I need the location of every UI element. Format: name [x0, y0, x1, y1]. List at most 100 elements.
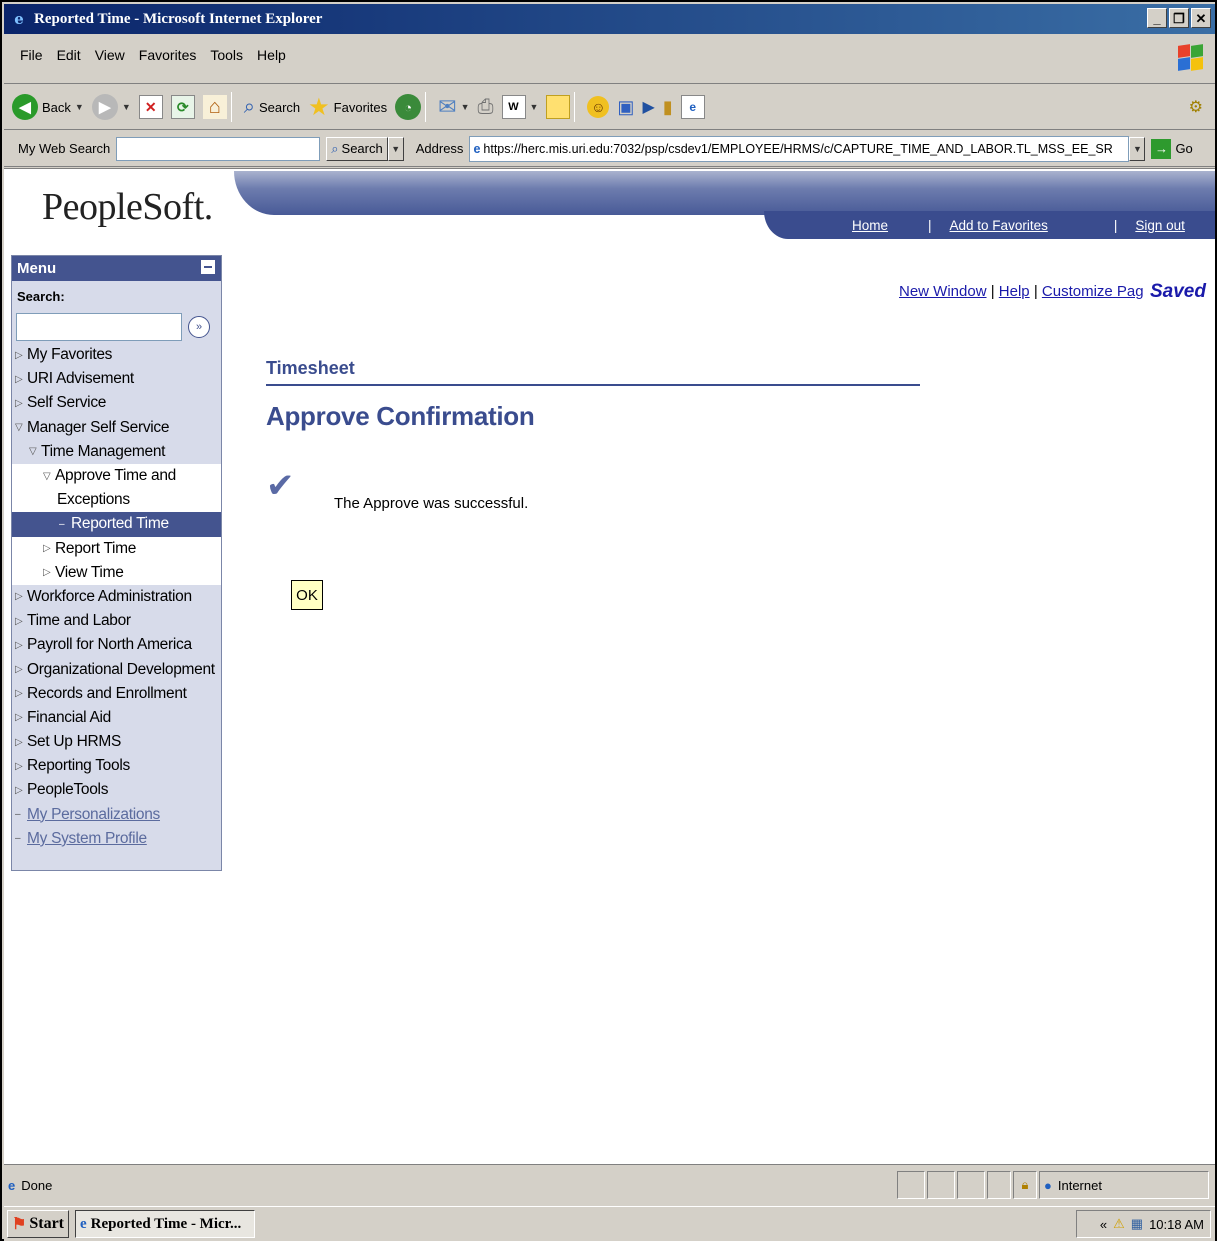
ie-page-icon: e — [473, 141, 481, 156]
customize-page-link[interactable]: Customize Pag — [1042, 283, 1144, 300]
tray-expand-icon[interactable]: « — [1100, 1217, 1107, 1232]
sidebar-item-peopletools[interactable]: ▷ PeopleTools — [12, 778, 221, 802]
links-icon[interactable]: ⚙ — [1189, 97, 1203, 117]
ok-button[interactable]: OK — [291, 580, 323, 610]
research-button[interactable]: ▮ — [663, 97, 673, 118]
sidebar-item-approve-time-and[interactable]: ▽ Approve Time and — [12, 463, 221, 489]
confirmation-message: The Approve was successful. — [334, 495, 529, 512]
mail-icon: ✉ — [438, 94, 457, 119]
web-search-dropdown[interactable]: ▼ — [387, 136, 404, 161]
warning-icon[interactable]: ⚠ — [1113, 1216, 1125, 1232]
favorites-button[interactable]: ★ Favorites — [308, 93, 387, 122]
home-link[interactable]: Home — [852, 218, 888, 233]
go-button[interactable]: → Go — [1151, 138, 1193, 159]
sidebar-item-report-time[interactable]: ▷ Report Time — [12, 536, 221, 561]
sidebar-item-reported-time[interactable]: – Reported Time — [12, 512, 221, 537]
sidebar-item-time-management[interactable]: ▽ Time Management — [12, 440, 221, 464]
collapse-icon[interactable] — [201, 260, 215, 274]
sidebar-item-organizational-development[interactable]: ▷ Organizational Development — [12, 657, 221, 681]
collapsed-arrow-icon: ▷ — [15, 615, 23, 627]
link-separator: | — [1033, 283, 1038, 300]
menu-file[interactable]: File — [20, 47, 43, 63]
sidebar-item-label: Payroll for North America — [27, 636, 192, 654]
toolbar-separator — [574, 92, 576, 122]
menu-search-go-icon[interactable]: » — [188, 316, 210, 338]
messenger-button[interactable]: ☺ — [587, 96, 610, 118]
dropdown-arrow-icon: ▼ — [1132, 143, 1142, 154]
sidebar-item-workforce-administration[interactable]: ▷ Workforce Administration — [12, 585, 221, 609]
sidebar-item-my-favorites[interactable]: ▷ My Favorites — [12, 343, 221, 367]
ie-button[interactable]: e — [680, 95, 705, 119]
search-label: Search — [258, 99, 301, 115]
menu-favorites[interactable]: Favorites — [139, 47, 197, 63]
menu-search-input[interactable] — [16, 313, 182, 341]
address-label: Address — [415, 141, 464, 156]
notes-button[interactable] — [546, 95, 571, 119]
stop-button[interactable]: ✕ — [138, 95, 163, 119]
help-link[interactable]: Help — [999, 283, 1030, 300]
cursor-button[interactable]: ▶ — [642, 97, 654, 117]
link-separator: | — [928, 217, 932, 233]
menu-edit[interactable]: Edit — [57, 47, 81, 63]
toolbar-separator — [230, 92, 232, 122]
sidebar-item-my-system-profile[interactable]: – My System Profile — [12, 827, 221, 851]
collapsed-arrow-icon: ▷ — [15, 373, 23, 385]
sidebar-item-self-service[interactable]: ▷ Self Service — [12, 391, 221, 415]
section-divider — [266, 384, 920, 386]
network-icon[interactable]: ▦ — [1131, 1216, 1143, 1232]
sign-out-link[interactable]: Sign out — [1135, 218, 1185, 233]
sidebar-item-manager-self-service[interactable]: ▽ Manager Self Service — [12, 416, 221, 440]
menu-tools[interactable]: Tools — [210, 47, 243, 63]
media-button[interactable]: ▣ — [617, 97, 634, 118]
sidebar-item-view-time[interactable]: ▷ View Time — [12, 560, 221, 585]
title-bar[interactable]: e Reported Time - Microsoft Internet Exp… — [4, 4, 1215, 34]
sidebar-item-payroll-for-north-america[interactable]: ▷ Payroll for North America — [12, 633, 221, 657]
sidebar-item-label: Time and Labor — [27, 612, 131, 630]
forward-button[interactable]: ▶ ▼ — [91, 94, 131, 120]
edit-button[interactable]: W ▼ — [501, 95, 538, 119]
mail-button[interactable]: ✉ ▼ — [438, 94, 469, 120]
expanded-arrow-icon: ▽ — [15, 422, 23, 434]
menu-help[interactable]: Help — [257, 47, 286, 63]
minimize-icon[interactable]: _ — [1147, 8, 1167, 28]
search-button[interactable]: ⌕ Search — [244, 96, 300, 119]
address-dropdown[interactable]: ▼ — [1129, 136, 1146, 161]
expanded-arrow-icon: ▽ — [29, 446, 37, 458]
status-cell — [927, 1171, 955, 1199]
sidebar-item-label: My Favorites — [27, 346, 113, 364]
header-links: Home | Add to Favorites | Sign out — [764, 211, 1215, 239]
collapsed-arrow-icon: ▷ — [15, 784, 23, 796]
home-button[interactable]: ⌂ — [202, 95, 227, 119]
sidebar-item-financial-aid[interactable]: ▷ Financial Aid — [12, 706, 221, 730]
checkmark-icon: ✔ — [266, 467, 295, 505]
add-to-favorites-link[interactable]: Add to Favorites — [950, 218, 1048, 233]
web-search-button[interactable]: ⌕ Search — [326, 136, 388, 161]
sidebar-item-set-up-hrms[interactable]: ▷ Set Up HRMS — [12, 730, 221, 754]
taskbar-item[interactable]: e Reported Time - Micr... — [75, 1210, 255, 1238]
sidebar-item-label: Reported Time — [71, 515, 169, 533]
sidebar-item-label: Approve Time and — [55, 467, 176, 485]
sidebar-item-my-personalizations[interactable]: – My Personalizations — [12, 803, 221, 827]
new-window-link[interactable]: New Window — [899, 283, 987, 300]
menu-bar: File Edit View Favorites Tools Help — [4, 34, 1215, 84]
start-button[interactable]: ⚑ Start — [7, 1210, 69, 1238]
print-button[interactable]: ⎙ — [478, 96, 494, 119]
history-button[interactable]: ◔ — [395, 94, 422, 120]
sidebar-item-uri-advisement[interactable]: ▷ URI Advisement — [12, 367, 221, 391]
web-search-input[interactable] — [116, 136, 321, 161]
refresh-button[interactable]: ⟳ — [170, 95, 195, 119]
start-label: Start — [29, 1215, 64, 1232]
address-input[interactable]: e https://herc.mis.uri.edu:7032/psp/csde… — [469, 135, 1130, 162]
sidebar-item-label: Organizational Development — [27, 660, 215, 678]
peoplesoft-logo: PeopleSoft. — [42, 186, 213, 228]
close-icon[interactable]: ✕ — [1191, 8, 1211, 28]
back-button[interactable]: ◀ Back ▼ — [12, 94, 84, 120]
status-cell: 🔒︎ — [1013, 1171, 1037, 1199]
restore-icon[interactable]: ❐ — [1169, 8, 1189, 28]
sidebar-item-reporting-tools[interactable]: ▷ Reporting Tools — [12, 754, 221, 778]
window-title: Reported Time - Microsoft Internet Explo… — [34, 10, 323, 27]
sidebar-menu: Menu Search: » ▷ My Favorites ▷ URI Advisem… — [11, 255, 222, 871]
menu-view[interactable]: View — [95, 47, 125, 63]
sidebar-item-records-and-enrollment[interactable]: ▷ Records and Enrollment — [12, 682, 221, 706]
sidebar-item-time-and-labor[interactable]: ▷ Time and Labor — [12, 609, 221, 633]
